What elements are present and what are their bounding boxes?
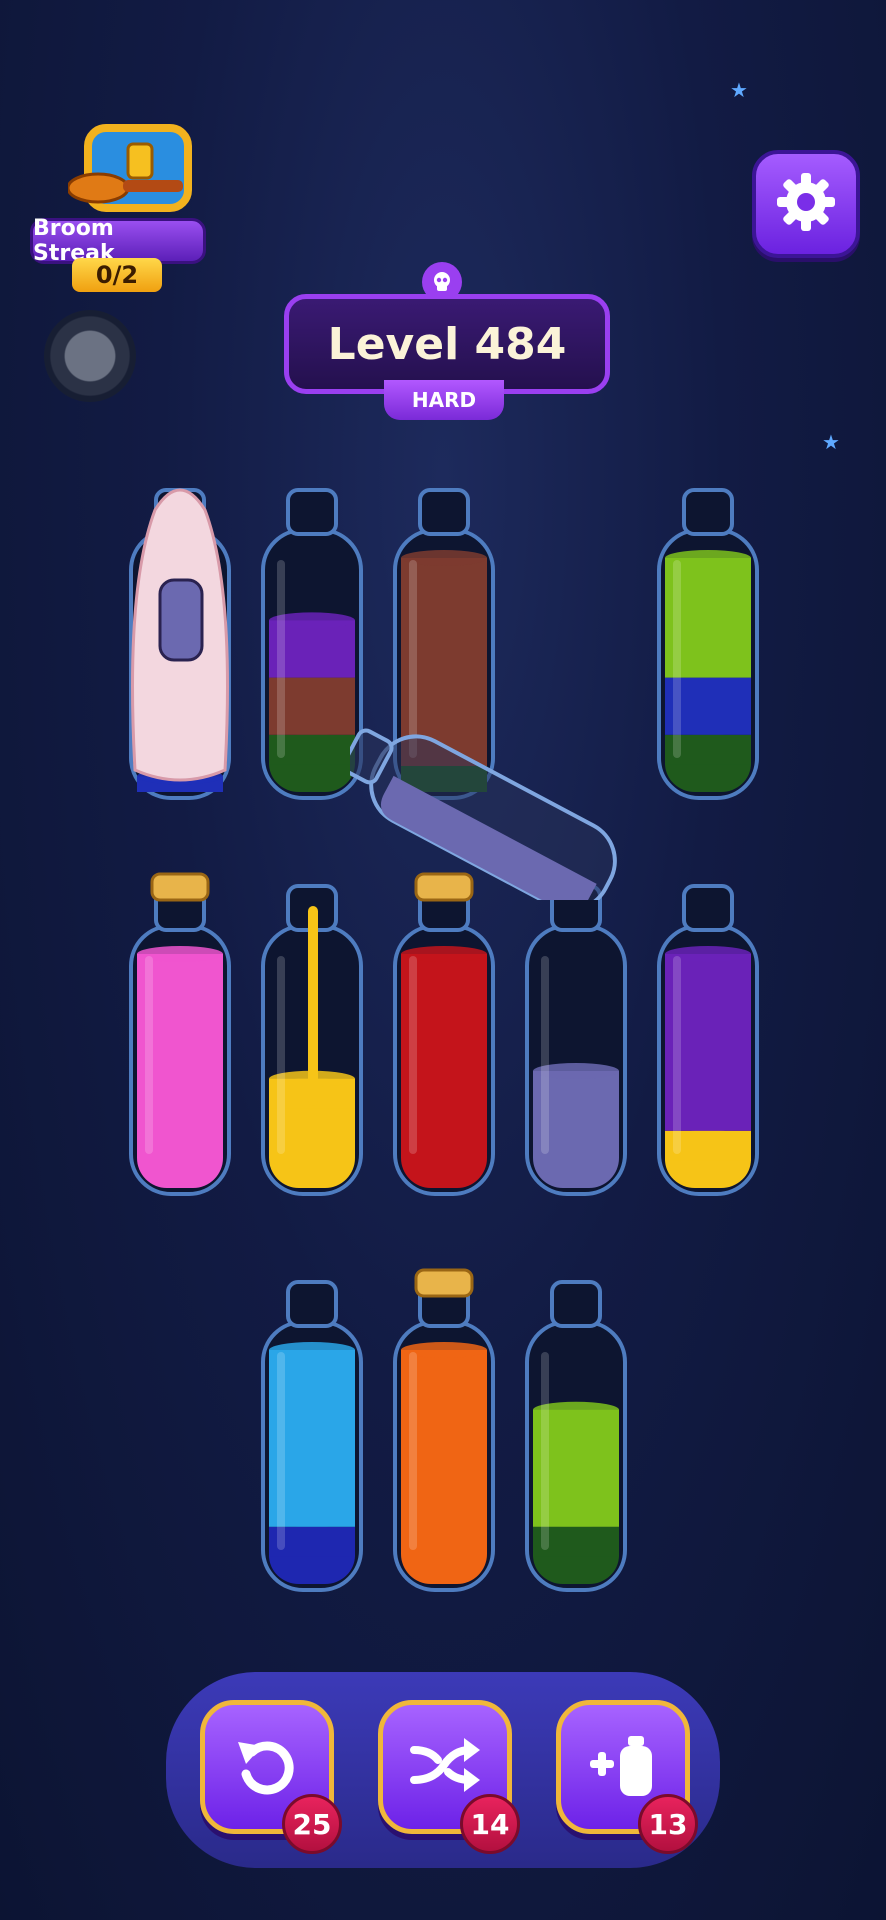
cork-cap-icon [414,1268,474,1298]
tube-9[interactable] [653,866,763,1198]
tube-5[interactable] [125,866,235,1198]
mini-bottle-icon [158,578,204,662]
tube-12[interactable] [521,1262,631,1594]
undo-count-badge: 25 [282,1794,342,1854]
star-decoration: ★ [730,78,748,102]
add-tube-count-badge: 13 [638,1794,698,1854]
streak-count: 0/2 [72,258,162,292]
treasure-chest-icon [66,118,198,213]
settings-button[interactable] [752,150,860,258]
tube-7[interactable] [389,866,499,1198]
tube-8[interactable] [521,866,631,1198]
level-title: Level 484 [284,294,610,394]
pour-stream [308,906,318,1106]
broom-streak-widget[interactable]: Broom Streak 0/2 [20,118,210,298]
shuffle-icon [408,1730,482,1804]
pouring-bottle [341,700,680,912]
shuffle-count-badge: 14 [460,1794,520,1854]
undo-icon [232,1730,302,1804]
add-bottle-icon [586,1730,660,1804]
cork-cap-icon [150,872,210,902]
booster-slot-button[interactable] [44,310,136,402]
tube-10[interactable] [257,1262,367,1594]
tube-6[interactable] [257,866,367,1198]
gear-icon [775,171,837,237]
star-decoration: ★ [822,430,840,454]
tube-11[interactable] [389,1262,499,1594]
tube-1-covered[interactable] [125,470,235,802]
difficulty-badge: HARD [384,380,504,420]
